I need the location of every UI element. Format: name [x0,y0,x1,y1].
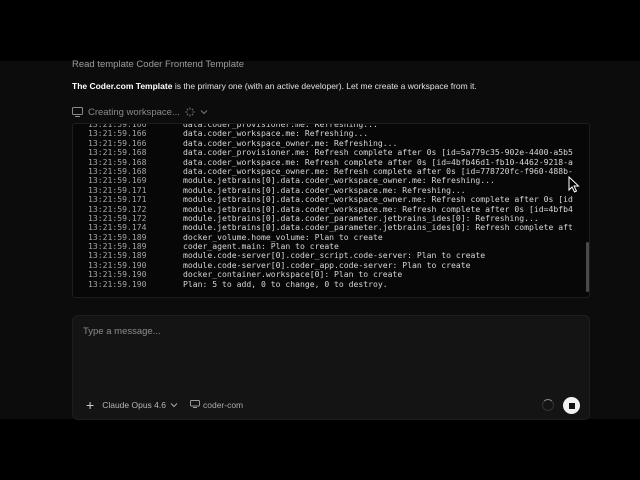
plus-icon[interactable]: + [86,398,94,412]
log-scrollbar[interactable] [586,242,589,292]
chevron-down-icon[interactable] [200,109,208,115]
stop-button[interactable] [563,397,580,414]
log-lines: 13:21:59.166 data.coder_provisioner.me: R… [73,124,573,289]
stop-icon [568,402,575,409]
tool-label: Creating workspace... [88,106,180,118]
message-composer[interactable]: Type a message... + Claude Opus 4.6 code… [72,315,590,420]
mouse-cursor-icon [568,175,580,198]
message-input[interactable]: Type a message... [83,326,161,337]
loading-spinner-icon [542,399,554,411]
tool-result-read-template: Read template Coder Frontend Template [72,59,244,70]
log-text: Plan: 5 to add, 0 to change, 0 to destro… [183,278,388,289]
terminal-log[interactable]: 13:21:59.166 data.coder_provisioner.me: R… [72,123,590,298]
assistant-message: The Coder.com Template is the primary on… [72,81,477,91]
workspace-pill[interactable]: coder-com [189,400,244,410]
workspace-label: coder-com [202,400,244,410]
composer-toolbar: + Claude Opus 4.6 coder-com [86,397,243,413]
log-timestamp: 13:21:59.190 [88,278,147,289]
message-rest: is the primary one (with an active devel… [172,81,477,91]
tool-call-header[interactable]: Creating workspace... [72,105,208,119]
monitor-icon [72,107,83,117]
message-bold: The Coder.com Template [72,81,173,91]
log-line: 13:21:59.190 Plan: 5 to add, 0 to change,… [73,278,573,289]
cloud-icon [189,400,200,410]
model-label: Claude Opus 4.6 [102,400,166,410]
spinner-icon [185,107,195,117]
chevron-down-icon [170,400,178,410]
model-selector[interactable]: Claude Opus 4.6 [102,400,178,410]
